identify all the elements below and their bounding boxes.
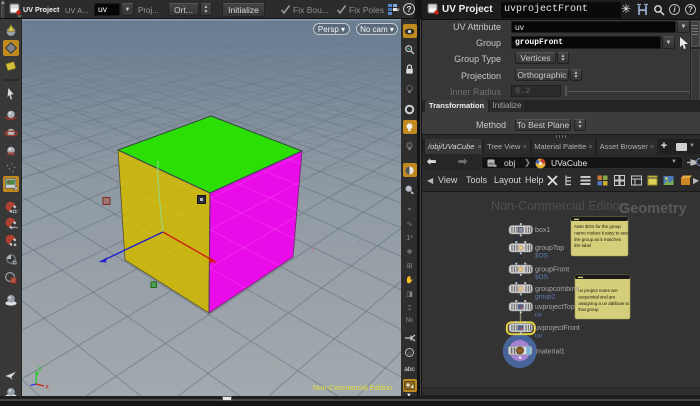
svg-text:groupcombine: groupcombine (535, 286, 579, 293)
svg-text:Non-Commercial Edition: Non-Commercial Edition (491, 199, 627, 213)
svg-text:$OS: $OS (535, 274, 549, 281)
svg-text:name makes it easy to see: name makes it easy to see (574, 230, 628, 236)
svg-text:$OS: $OS (535, 252, 549, 259)
svg-text:sequential and are: sequential and are (578, 294, 615, 300)
svg-text:box1: box1 (535, 227, 550, 234)
svg-text:assigning a uv attribute to: assigning a uv attribute to (578, 301, 629, 307)
svg-text:uvprojectFront: uvprojectFront (535, 325, 580, 332)
svg-text:the group as it matches: the group as it matches (574, 237, 621, 243)
svg-text:uv project notes are: uv project notes are (578, 288, 618, 294)
svg-text:the label: the label (574, 243, 591, 249)
svg-text:material1: material1 (536, 349, 565, 356)
svg-text:uvprojectTop: uvprojectTop (535, 304, 575, 311)
svg-text:Note $OS for the group: Note $OS for the group (574, 224, 621, 230)
svg-text:that group: that group (578, 307, 599, 313)
svg-text:Geometry: Geometry (619, 201, 687, 217)
svg-text:uv: uv (535, 311, 543, 318)
svg-text:uv: uv (535, 332, 543, 339)
svg-text:group2: group2 (535, 293, 556, 300)
svg-text:groupTop: groupTop (535, 245, 564, 252)
svg-text:groupFront: groupFront (535, 267, 569, 274)
